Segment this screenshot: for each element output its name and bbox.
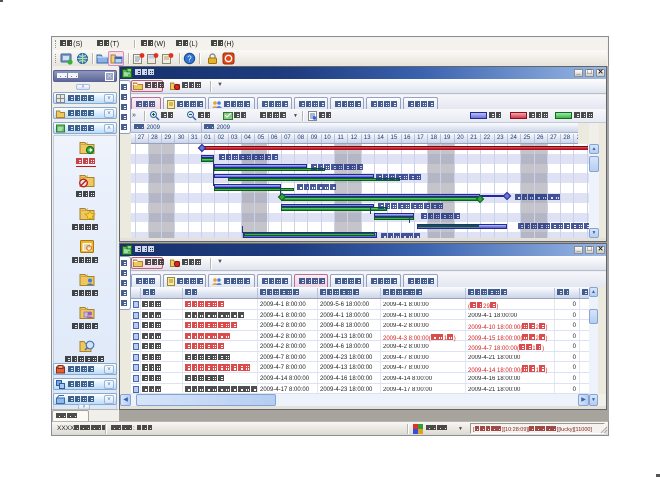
svg-text:?: ? xyxy=(187,54,192,63)
